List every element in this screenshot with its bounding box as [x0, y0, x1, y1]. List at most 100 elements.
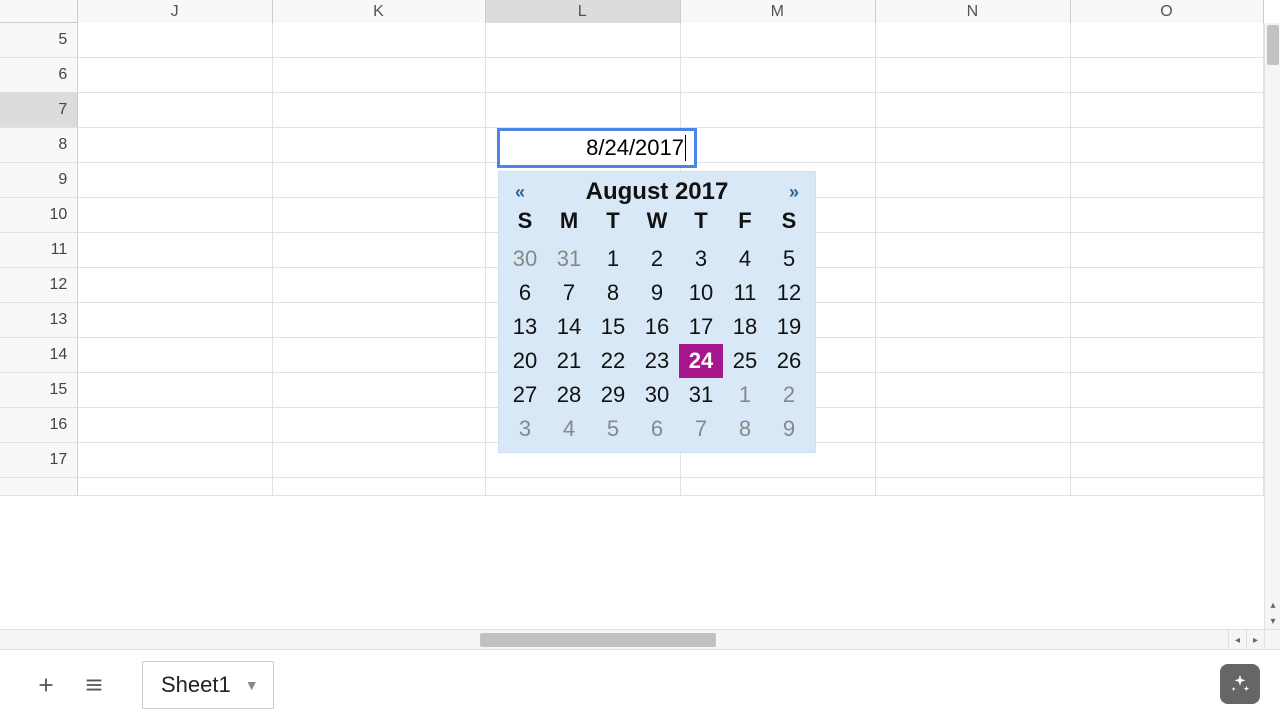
datepicker-day[interactable]: 14 — [547, 310, 591, 344]
cell[interactable] — [1071, 268, 1264, 302]
explore-button[interactable] — [1220, 664, 1260, 704]
cell[interactable] — [876, 58, 1071, 92]
cell[interactable] — [273, 443, 486, 477]
datepicker-day[interactable]: 7 — [679, 412, 723, 446]
cell[interactable] — [78, 443, 273, 477]
datepicker-day[interactable]: 4 — [547, 412, 591, 446]
row-header[interactable]: 5 — [0, 23, 78, 57]
column-header[interactable]: L — [486, 0, 681, 23]
datepicker-day[interactable]: 3 — [503, 412, 547, 446]
column-header[interactable]: O — [1071, 0, 1264, 23]
row-header[interactable]: 10 — [0, 198, 78, 232]
horizontal-scroll-thumb[interactable] — [480, 633, 716, 647]
cell[interactable] — [1071, 198, 1264, 232]
vertical-scroll-thumb[interactable] — [1267, 25, 1279, 65]
datepicker-day[interactable]: 12 — [767, 276, 811, 310]
cell[interactable] — [273, 478, 486, 495]
datepicker-day[interactable]: 5 — [591, 412, 635, 446]
datepicker-day[interactable]: 28 — [547, 378, 591, 412]
datepicker-day[interactable]: 6 — [635, 412, 679, 446]
datepicker-day[interactable]: 2 — [767, 378, 811, 412]
sheet-tab[interactable]: Sheet1 ▼ — [142, 661, 274, 709]
cell[interactable] — [78, 163, 273, 197]
row-header[interactable]: 15 — [0, 373, 78, 407]
cell[interactable] — [78, 23, 273, 57]
cell[interactable] — [486, 478, 681, 495]
cell[interactable] — [486, 58, 681, 92]
cell[interactable] — [1071, 373, 1264, 407]
cell[interactable] — [876, 408, 1071, 442]
datepicker-day[interactable]: 16 — [635, 310, 679, 344]
cell[interactable] — [876, 128, 1071, 162]
datepicker-day[interactable]: 5 — [767, 242, 811, 276]
cell[interactable] — [681, 58, 876, 92]
datepicker-day[interactable]: 8 — [591, 276, 635, 310]
datepicker-day[interactable]: 8 — [723, 412, 767, 446]
datepicker-day[interactable]: 21 — [547, 344, 591, 378]
cell[interactable] — [486, 23, 681, 57]
datepicker-day[interactable]: 30 — [503, 242, 547, 276]
cell[interactable] — [1071, 128, 1264, 162]
datepicker-day[interactable]: 6 — [503, 276, 547, 310]
datepicker-day[interactable]: 13 — [503, 310, 547, 344]
vertical-scrollbar[interactable]: ▴ ▾ — [1264, 23, 1280, 629]
cell[interactable] — [78, 338, 273, 372]
cell[interactable] — [876, 338, 1071, 372]
datepicker-day[interactable]: 9 — [635, 276, 679, 310]
cell[interactable] — [273, 408, 486, 442]
cell[interactable] — [876, 303, 1071, 337]
datepicker-day[interactable]: 7 — [547, 276, 591, 310]
cell[interactable] — [78, 373, 273, 407]
row-header[interactable]: 8 — [0, 128, 78, 162]
row-header[interactable]: 9 — [0, 163, 78, 197]
scroll-left-button[interactable]: ◂ — [1228, 630, 1246, 650]
scroll-down-button[interactable]: ▾ — [1265, 613, 1280, 629]
row-header[interactable]: 16 — [0, 408, 78, 442]
cell[interactable] — [1071, 303, 1264, 337]
cell[interactable] — [681, 478, 876, 495]
datepicker-prev-button[interactable]: « — [509, 182, 531, 203]
scroll-right-button[interactable]: ▸ — [1246, 630, 1264, 650]
column-header[interactable]: N — [876, 0, 1071, 23]
row-header[interactable]: 13 — [0, 303, 78, 337]
column-header[interactable]: K — [273, 0, 486, 23]
datepicker-day[interactable]: 25 — [723, 344, 767, 378]
cell[interactable] — [273, 128, 486, 162]
cell[interactable] — [1071, 23, 1264, 57]
datepicker-day[interactable]: 22 — [591, 344, 635, 378]
cell[interactable] — [78, 408, 273, 442]
datepicker-day[interactable]: 23 — [635, 344, 679, 378]
datepicker-day[interactable]: 29 — [591, 378, 635, 412]
row-header[interactable]: 17 — [0, 443, 78, 477]
scroll-up-button[interactable]: ▴ — [1265, 597, 1280, 613]
cell[interactable] — [273, 233, 486, 267]
datepicker-day[interactable]: 17 — [679, 310, 723, 344]
cell[interactable] — [876, 93, 1071, 127]
datepicker-day[interactable]: 19 — [767, 310, 811, 344]
datepicker-day[interactable]: 27 — [503, 378, 547, 412]
datepicker-day[interactable]: 31 — [547, 242, 591, 276]
all-sheets-button[interactable] — [74, 665, 114, 705]
datepicker-day[interactable]: 31 — [679, 378, 723, 412]
cell[interactable] — [273, 93, 486, 127]
cell[interactable] — [876, 268, 1071, 302]
cell[interactable] — [273, 23, 486, 57]
cell[interactable] — [273, 198, 486, 232]
cell[interactable] — [876, 478, 1071, 495]
datepicker-day[interactable]: 20 — [503, 344, 547, 378]
datepicker-next-button[interactable]: » — [783, 182, 805, 203]
datepicker-day[interactable]: 10 — [679, 276, 723, 310]
cell[interactable] — [273, 268, 486, 302]
cell[interactable] — [1071, 478, 1264, 495]
cell[interactable] — [78, 478, 273, 495]
cell[interactable] — [273, 373, 486, 407]
datepicker-day[interactable]: 26 — [767, 344, 811, 378]
cell[interactable] — [486, 93, 681, 127]
cell[interactable] — [78, 128, 273, 162]
cell[interactable] — [1071, 233, 1264, 267]
datepicker-day[interactable]: 24 — [679, 344, 723, 378]
datepicker-day[interactable]: 3 — [679, 242, 723, 276]
add-sheet-button[interactable] — [26, 665, 66, 705]
cell[interactable] — [876, 163, 1071, 197]
horizontal-scrollbar[interactable]: ◂ ▸ — [0, 629, 1264, 649]
